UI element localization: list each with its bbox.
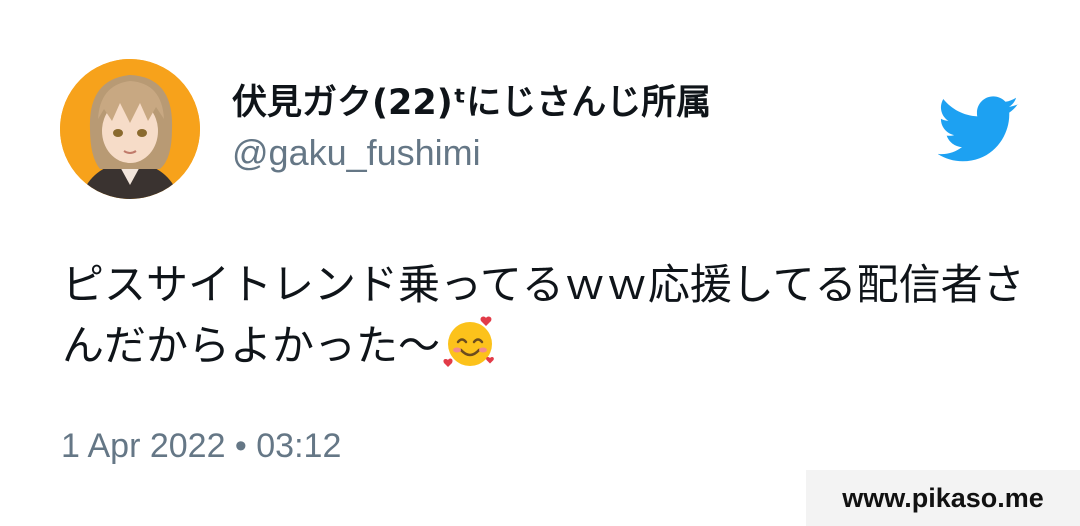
author-info: 伏見ガク(22)ᵗにじさんじ所属 @gaku_fushimi <box>232 80 711 174</box>
twitter-bird-icon[interactable] <box>937 96 1020 164</box>
smiling-face-with-hearts-emoji-icon <box>442 314 498 370</box>
tweet-timestamp[interactable]: 1 Apr 2022 • 03:12 <box>61 426 341 466</box>
watermark: www.pikaso.me <box>806 470 1080 526</box>
tweet-body: ピスサイトレンド乗ってるｗｗ応援してる配信者さんだからよかった〜 <box>62 256 1052 375</box>
avatar-anime-character-icon <box>60 59 200 199</box>
author-display-name[interactable]: 伏見ガク(22)ᵗにじさんじ所属 <box>232 80 711 126</box>
author-avatar[interactable] <box>60 59 200 199</box>
author-handle[interactable]: @gaku_fushimi <box>232 132 711 174</box>
tweet-card: 伏見ガク(22)ᵗにじさんじ所属 @gaku_fushimi ピスサイトレンド乗… <box>0 0 1080 526</box>
tweet-text: ピスサイトレンド乗ってるｗｗ応援してる配信者さんだからよかった〜 <box>62 260 1025 370</box>
